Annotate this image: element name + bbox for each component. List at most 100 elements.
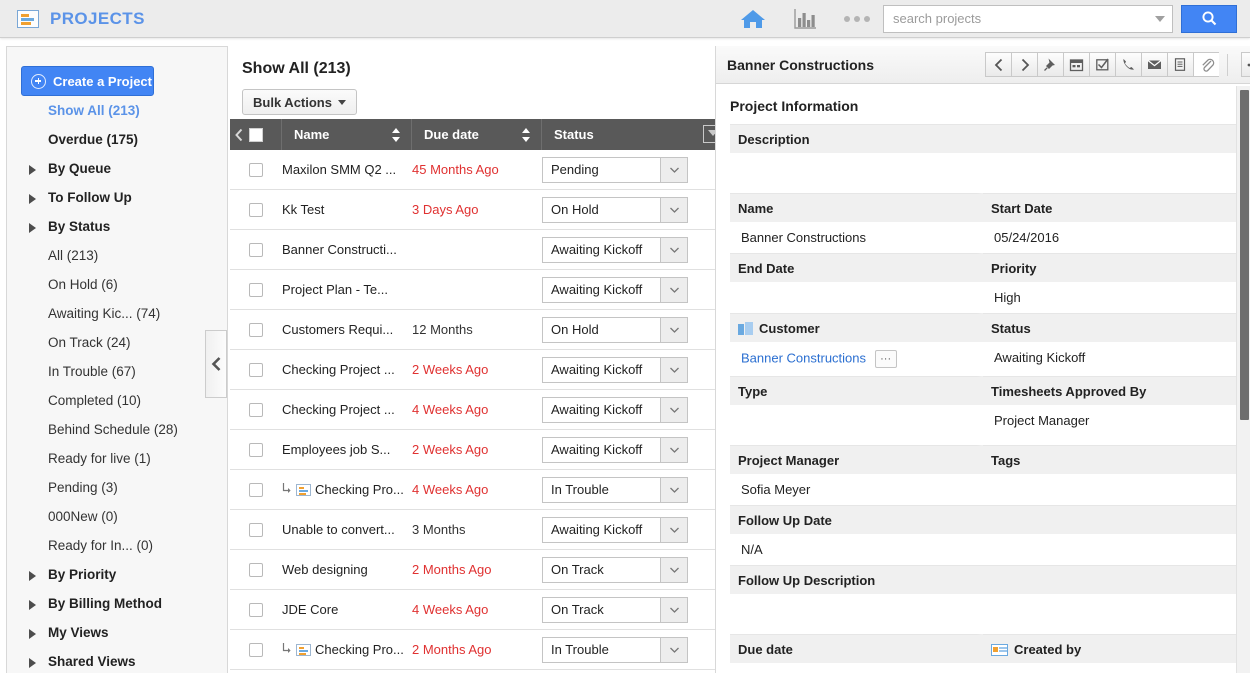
chevron-down-icon[interactable] xyxy=(660,517,687,542)
table-row[interactable]: Checking Pro... 2 Months Ago In Trouble xyxy=(230,630,715,670)
home-icon[interactable] xyxy=(727,7,779,31)
chevron-down-icon[interactable] xyxy=(660,157,687,182)
sidebar-item-awaiting-kic-74[interactable]: Awaiting Kic... (74) xyxy=(7,299,227,328)
sidebar-item-by-priority[interactable]: By Priority xyxy=(7,560,227,589)
sidebar-item-all-213[interactable]: All (213) xyxy=(7,241,227,270)
cell-name[interactable]: JDE Core xyxy=(282,602,412,617)
search-input[interactable] xyxy=(883,4,1173,33)
ellipsis-icon[interactable] xyxy=(831,15,883,22)
table-row[interactable]: Unable to convert... 3 Months Awaiting Kic… xyxy=(230,510,715,550)
note-button[interactable] xyxy=(1167,52,1194,77)
row-checkbox[interactable] xyxy=(249,162,263,177)
email-button[interactable] xyxy=(1141,52,1168,77)
status-dropdown[interactable]: Awaiting Kickoff xyxy=(542,396,688,423)
pin-button[interactable] xyxy=(1037,52,1064,77)
row-checkbox[interactable] xyxy=(249,282,263,297)
cell-name[interactable]: Maxilon SMM Q2 ... xyxy=(282,162,412,177)
sidebar-item-behind-schedule-28[interactable]: Behind Schedule (28) xyxy=(7,415,227,444)
field-value-end-date[interactable] xyxy=(730,282,983,313)
row-checkbox[interactable] xyxy=(249,362,263,377)
sidebar-item-ready-for-in-0[interactable]: Ready for In... (0) xyxy=(7,531,227,560)
customer-more-button[interactable]: ··· xyxy=(874,350,897,368)
chevron-down-icon[interactable] xyxy=(660,197,687,222)
status-dropdown[interactable]: On Hold xyxy=(542,316,688,343)
chevron-down-icon[interactable] xyxy=(660,237,687,262)
row-select-cell[interactable] xyxy=(230,282,282,297)
row-checkbox[interactable] xyxy=(249,642,263,657)
row-checkbox[interactable] xyxy=(249,202,263,217)
row-select-cell[interactable] xyxy=(230,362,282,377)
sidebar-item-pending-3[interactable]: Pending (3) xyxy=(7,473,227,502)
chevron-down-icon[interactable] xyxy=(660,477,687,502)
status-dropdown[interactable]: On Hold xyxy=(542,196,688,223)
table-row[interactable]: Customers Requi... 12 Months On Hold xyxy=(230,310,715,350)
more-actions-button[interactable] xyxy=(1241,52,1250,77)
search-button[interactable] xyxy=(1181,4,1237,33)
row-checkbox[interactable] xyxy=(249,562,263,577)
sort-icon[interactable] xyxy=(392,127,401,143)
row-select-cell[interactable] xyxy=(230,562,282,577)
chevron-down-icon[interactable] xyxy=(660,357,687,382)
select-all-cell[interactable] xyxy=(230,119,282,150)
table-row[interactable]: Checking Pro... 4 Weeks Ago In Trouble xyxy=(230,470,715,510)
chevron-down-icon[interactable] xyxy=(660,437,687,462)
detail-scrollbar-thumb[interactable] xyxy=(1240,90,1249,420)
field-value-status[interactable]: Awaiting Kickoff xyxy=(983,342,1236,376)
row-select-cell[interactable] xyxy=(230,202,282,217)
field-value-timesheets-approved-by[interactable]: Project Manager xyxy=(983,405,1236,445)
table-row[interactable]: Kk Test 3 Days Ago On Hold xyxy=(230,190,715,230)
row-select-cell[interactable] xyxy=(230,162,282,177)
table-row[interactable]: Banner Constructi... Awaiting Kickoff xyxy=(230,230,715,270)
table-row[interactable]: Employees job S... 2 Weeks Ago Awaiting Ki… xyxy=(230,430,715,470)
sidebar-item-by-billing-method[interactable]: By Billing Method xyxy=(7,589,227,618)
bulk-actions-button[interactable]: Bulk Actions xyxy=(242,89,357,115)
cell-name[interactable]: Checking Pro... xyxy=(282,482,412,497)
cell-name[interactable]: Banner Constructi... xyxy=(282,242,412,257)
status-dropdown[interactable]: Awaiting Kickoff xyxy=(542,236,688,263)
field-value-priority[interactable]: High xyxy=(983,282,1236,313)
chevron-down-icon[interactable] xyxy=(660,317,687,342)
row-select-cell[interactable] xyxy=(230,402,282,417)
table-row[interactable]: Web designing 2 Months Ago On Track xyxy=(230,550,715,590)
status-dropdown[interactable]: Awaiting Kickoff xyxy=(542,436,688,463)
row-checkbox[interactable] xyxy=(249,482,263,497)
column-header-due-date[interactable]: Due date xyxy=(412,119,542,150)
sidebar-item-000new-0[interactable]: 000New (0) xyxy=(7,502,227,531)
status-dropdown[interactable]: Awaiting Kickoff xyxy=(542,516,688,543)
table-row[interactable]: Project Plan - Te... Awaiting Kickoff xyxy=(230,270,715,310)
table-row[interactable]: Maxilon SMM Q2 ... 45 Months Ago Pending xyxy=(230,150,715,190)
sidebar-item-by-queue[interactable]: By Queue xyxy=(7,154,227,183)
chevron-down-icon[interactable] xyxy=(660,637,687,662)
chevron-down-icon[interactable] xyxy=(660,557,687,582)
row-select-cell[interactable] xyxy=(230,642,282,657)
row-select-cell[interactable] xyxy=(230,442,282,457)
field-value-project-manager[interactable]: Sofia Meyer xyxy=(730,474,983,505)
chevron-down-icon[interactable] xyxy=(660,597,687,622)
row-select-cell[interactable] xyxy=(230,522,282,537)
row-checkbox[interactable] xyxy=(249,442,263,457)
cell-name[interactable]: Checking Project ... xyxy=(282,402,412,417)
column-header-status[interactable]: Status xyxy=(542,119,715,150)
cell-name[interactable]: Checking Project ... xyxy=(282,362,412,377)
field-value-name[interactable]: Banner Constructions xyxy=(730,222,983,253)
next-record-button[interactable] xyxy=(1011,52,1038,77)
cell-name[interactable]: Project Plan - Te... xyxy=(282,282,412,297)
field-value-description[interactable] xyxy=(730,153,1236,193)
table-row[interactable]: JDE Core 4 Weeks Ago On Track xyxy=(230,590,715,630)
row-checkbox[interactable] xyxy=(249,322,263,337)
cell-name[interactable]: Unable to convert... xyxy=(282,522,412,537)
status-dropdown[interactable]: Pending xyxy=(542,156,688,183)
status-dropdown[interactable]: In Trouble xyxy=(542,476,688,503)
table-row[interactable]: Checking Project ... 2 Weeks Ago Awaiting … xyxy=(230,350,715,390)
sidebar-item-ready-for-live-1[interactable]: Ready for live (1) xyxy=(7,444,227,473)
sidebar-item-in-trouble-67[interactable]: In Trouble (67) xyxy=(7,357,227,386)
field-value-type[interactable] xyxy=(730,405,983,445)
column-header-name[interactable]: Name xyxy=(282,119,412,150)
row-select-cell[interactable] xyxy=(230,482,282,497)
sidebar-collapse-button[interactable] xyxy=(205,330,227,398)
call-button[interactable] xyxy=(1115,52,1142,77)
sort-icon[interactable] xyxy=(522,127,531,143)
field-value-customer[interactable]: Banner Constructions ··· xyxy=(730,342,983,376)
detail-body[interactable]: Project Information Description Name Sta… xyxy=(716,84,1250,673)
customer-link[interactable]: Banner Constructions xyxy=(741,350,866,365)
